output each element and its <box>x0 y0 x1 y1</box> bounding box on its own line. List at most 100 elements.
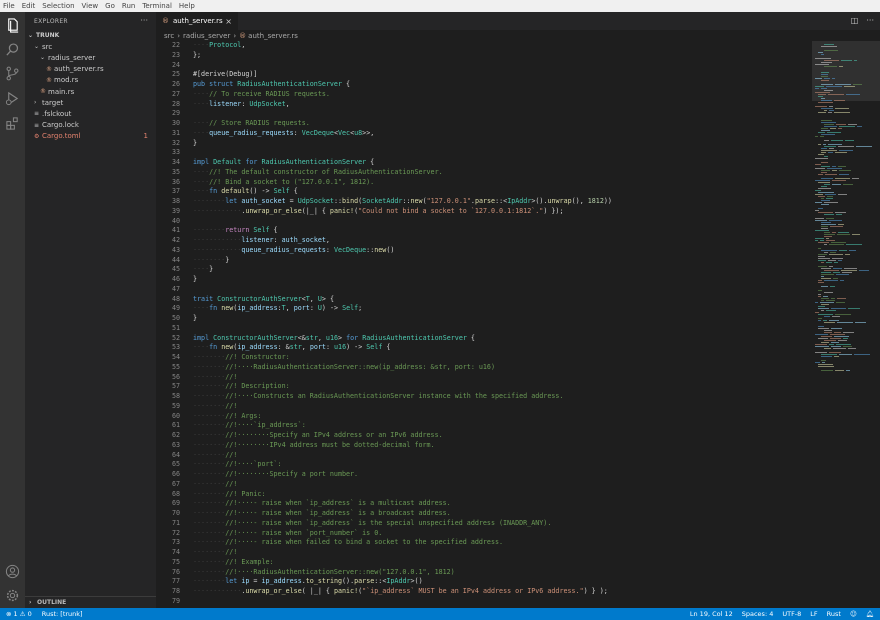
code-line[interactable]: 59 ········//! <box>156 402 812 412</box>
code-line[interactable]: 62 ········//!········Specify an IPv4 add… <box>156 431 812 441</box>
code-line[interactable]: 26 pub struct RadiusAuthenticationServer … <box>156 80 812 90</box>
code-line[interactable]: 24 <box>156 61 812 71</box>
breadcrumb-item[interactable]: radius_server <box>183 32 230 40</box>
tree-item[interactable]: ⚙ Cargo.toml 1 <box>25 131 156 142</box>
code-line[interactable]: 49 ····fn new(ip_address:T, port: U) -> S… <box>156 304 812 314</box>
code-line[interactable]: 40 <box>156 217 812 227</box>
code-line[interactable]: 79 <box>156 597 812 607</box>
menu-item-go[interactable]: Go <box>105 2 115 10</box>
code-editor[interactable]: 22 ····Protocol, 23}; 24 25 #[derive(Debug)] 2… <box>156 41 812 608</box>
problems-indicator[interactable]: ⊗ 1 ⚠ 0 <box>6 610 32 618</box>
split-editor-icon[interactable]: ◫ <box>851 16 859 25</box>
menu-item-help[interactable]: Help <box>179 2 195 10</box>
settings-gear-icon[interactable] <box>5 588 20 603</box>
minimap[interactable] <box>812 41 880 608</box>
code-line[interactable]: 63 ········//!········IPv4 address must b… <box>156 441 812 451</box>
code-line[interactable]: 70 ········//!····- raise when `ip_addres… <box>156 509 812 519</box>
run-debug-icon[interactable] <box>5 91 20 106</box>
workspace-root[interactable]: ⌄ TRUNK <box>25 30 156 41</box>
code-line[interactable]: 51 <box>156 324 812 334</box>
code-line[interactable]: 46} <box>156 275 812 285</box>
code-line[interactable]: 48 trait ConstructorAuthServer<T, U> { <box>156 295 812 305</box>
code-line[interactable]: 47 <box>156 285 812 295</box>
code-line[interactable]: 78 ············.unwrap_or_else( |_| { pan… <box>156 587 812 597</box>
code-line[interactable]: 27 ····// To receive RADIUS requests. <box>156 90 812 100</box>
code-line[interactable]: 58 ········//!····Constructs an RadiusAut… <box>156 392 812 402</box>
code-line[interactable]: 75 ········//! Example: <box>156 558 812 568</box>
code-line[interactable]: 73 ········//!····- raise when failed to … <box>156 538 812 548</box>
tab-auth-server[interactable]: ® auth_server.rs × <box>156 12 238 30</box>
code-line[interactable]: 61 ········//!····`ip_address`: <box>156 421 812 431</box>
code-line[interactable]: 57 ········//! Description: <box>156 382 812 392</box>
tree-item[interactable]: ⌄ src <box>25 41 156 52</box>
tree-item[interactable]: ≡ Cargo.lock <box>25 120 156 131</box>
outline-section[interactable]: › OUTLINE <box>25 596 156 608</box>
breadcrumb-item[interactable]: auth_server.rs <box>248 32 298 40</box>
code-line[interactable]: 32} <box>156 139 812 149</box>
code-line[interactable]: 64 ········//! <box>156 451 812 461</box>
notifications-icon[interactable]: 🔔︎ <box>866 610 874 618</box>
code-line[interactable]: 71 ········//!····- raise when `ip_addres… <box>156 519 812 529</box>
code-line[interactable]: 56 ········//! <box>156 373 812 383</box>
code-line[interactable]: 45 ····} <box>156 265 812 275</box>
code-line[interactable]: 29 <box>156 109 812 119</box>
account-icon[interactable] <box>5 564 20 579</box>
tree-item[interactable]: ⌄ radius_server <box>25 52 156 63</box>
code-line[interactable]: 68 ········//! Panic: <box>156 490 812 500</box>
code-line[interactable]: 23}; <box>156 51 812 61</box>
code-line[interactable]: 53 ····fn new(ip_address: &str, port: u16… <box>156 343 812 353</box>
code-line[interactable]: 76 ········//!····RadiusAuthenticationSer… <box>156 568 812 578</box>
rust-status[interactable]: Rust: [trunk] <box>42 610 83 618</box>
code-line[interactable]: 66 ········//!········Specify a port numb… <box>156 470 812 480</box>
code-line[interactable]: 77 ········let ip = ip_address.to_string(… <box>156 577 812 587</box>
code-line[interactable]: 41 ········return Self { <box>156 226 812 236</box>
code-line[interactable]: 34 impl Default for RadiusAuthenticationS… <box>156 158 812 168</box>
source-control-icon[interactable] <box>5 66 20 81</box>
code-line[interactable]: 69 ········//!····- raise when `ip_addres… <box>156 499 812 509</box>
files-icon[interactable] <box>5 18 20 33</box>
code-line[interactable]: 50} <box>156 314 812 324</box>
code-line[interactable]: 35 ····//! The default constructor of Rad… <box>156 168 812 178</box>
indentation[interactable]: Spaces: 4 <box>742 610 774 618</box>
code-line[interactable]: 67 ········//! <box>156 480 812 490</box>
menu-item-edit[interactable]: Edit <box>22 2 36 10</box>
code-line[interactable]: 33 <box>156 148 812 158</box>
more-actions-icon[interactable]: ··· <box>866 16 874 25</box>
code-line[interactable]: 54 ········//! Constructor: <box>156 353 812 363</box>
tree-item[interactable]: ® mod.rs <box>25 75 156 86</box>
code-line[interactable]: 60 ········//! Args: <box>156 412 812 422</box>
menu-item-selection[interactable]: Selection <box>42 2 74 10</box>
tree-item[interactable]: ® main.rs <box>25 86 156 97</box>
menu-item-view[interactable]: View <box>82 2 99 10</box>
menu-item-run[interactable]: Run <box>122 2 135 10</box>
end-of-line[interactable]: LF <box>810 610 817 618</box>
code-line[interactable]: 36 ····//! Bind a socket to ("127.0.0.1",… <box>156 178 812 188</box>
code-line[interactable]: 38 ········let auth_socket = UdpSocket::b… <box>156 197 812 207</box>
code-line[interactable]: 22 ····Protocol, <box>156 41 812 51</box>
search-icon[interactable] <box>5 42 20 57</box>
code-line[interactable]: 37 ····fn default() -> Self { <box>156 187 812 197</box>
code-line[interactable]: 28 ····listener: UdpSocket, <box>156 100 812 110</box>
tree-item[interactable]: ® auth_server.rs <box>25 64 156 75</box>
code-line[interactable]: 42 ············listener: auth_socket, <box>156 236 812 246</box>
code-line[interactable]: 44 ········} <box>156 256 812 266</box>
code-line[interactable]: 65 ········//!····`port`: <box>156 460 812 470</box>
code-line[interactable]: 30 ····// Store RADIUS requests. <box>156 119 812 129</box>
code-line[interactable]: 43 ············queue_radius_requests: Vec… <box>156 246 812 256</box>
tree-item[interactable]: › target <box>25 97 156 108</box>
code-line[interactable]: 39 ············.unwrap_or_else(|_| { pani… <box>156 207 812 217</box>
code-line[interactable]: 31 ····queue_radius_requests: VecDeque<Ve… <box>156 129 812 139</box>
more-actions-icon[interactable]: ··· <box>140 16 148 25</box>
language-mode[interactable]: Rust <box>827 610 841 618</box>
tree-item[interactable]: ≡ .fslckout <box>25 108 156 119</box>
close-icon[interactable]: × <box>225 17 232 26</box>
menu-item-terminal[interactable]: Terminal <box>142 2 172 10</box>
code-line[interactable]: 72 ········//!····- raise when `port_numb… <box>156 529 812 539</box>
menu-item-file[interactable]: File <box>3 2 15 10</box>
extensions-icon[interactable] <box>5 116 20 131</box>
encoding[interactable]: UTF-8 <box>782 610 801 618</box>
code-line[interactable]: 52 impl ConstructorAuthServer<&str, u16> … <box>156 334 812 344</box>
code-line[interactable]: 74 ········//! <box>156 548 812 558</box>
cursor-position[interactable]: Ln 19, Col 12 <box>690 610 733 618</box>
code-line[interactable]: 25 #[derive(Debug)] <box>156 70 812 80</box>
